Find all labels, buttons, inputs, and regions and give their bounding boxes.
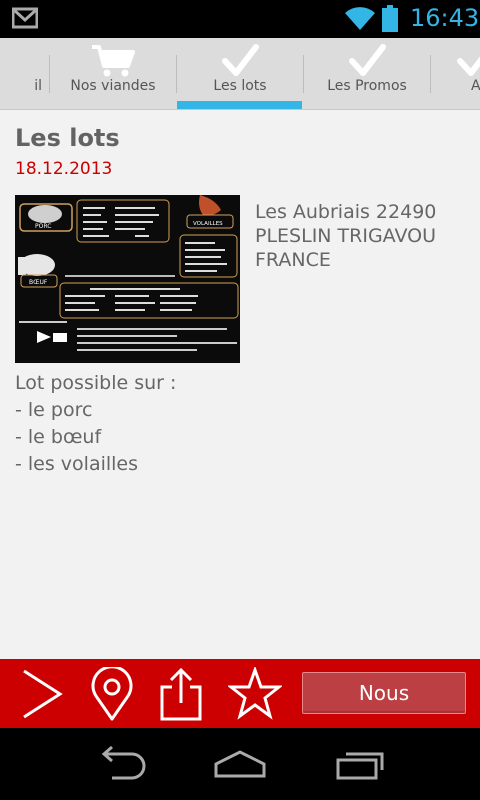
tab-les-lots[interactable]: Les lots xyxy=(177,38,303,109)
tab-les-promos[interactable]: Les Promos xyxy=(304,38,430,109)
svg-text:PORC: PORC xyxy=(35,223,51,230)
address-block: Les Aubriais 22490 PLESLIN TRIGAVOU FRAN… xyxy=(255,200,470,272)
address-line: FRANCE xyxy=(255,249,331,271)
check-icon xyxy=(457,56,480,76)
home-icon[interactable] xyxy=(212,746,268,782)
description-line: Lot possible sur : xyxy=(15,372,177,394)
clock: 16:43 xyxy=(410,4,480,32)
tab-label: Les lots xyxy=(213,78,267,94)
tab-partial-left[interactable]: il xyxy=(0,38,50,109)
tab-nos-viandes[interactable]: Nos viandes xyxy=(50,38,176,109)
tab-partial-right[interactable]: A xyxy=(431,38,480,109)
address-line: PLESLIN TRIGAVOU xyxy=(255,225,436,247)
lot-flyer-image[interactable]: PORC VOLAILLES BŒUF xyxy=(15,195,240,363)
lot-description: Lot possible sur : - le porc - le bœuf -… xyxy=(15,370,176,478)
action-bar: Nous xyxy=(0,659,480,728)
content-area: Les lots 18.12.2013 PORC VOLAILLES BŒUF … xyxy=(0,110,480,659)
svg-text:VOLAILLES: VOLAILLES xyxy=(193,221,223,227)
nous-button[interactable]: Nous xyxy=(302,672,466,714)
next-icon[interactable] xyxy=(18,667,64,721)
check-icon xyxy=(349,44,386,76)
description-line: - le porc xyxy=(15,399,93,421)
status-bar: 16:43 xyxy=(0,0,480,38)
description-line: - les volailles xyxy=(15,453,139,475)
address-line: Les Aubriais 22490 xyxy=(255,201,437,223)
battery-icon xyxy=(382,5,398,32)
gmail-icon xyxy=(12,7,38,29)
tab-label: Les Promos xyxy=(327,78,407,94)
selected-tab-indicator xyxy=(177,101,302,109)
recent-apps-icon[interactable] xyxy=(334,746,390,782)
tab-label: il xyxy=(34,78,42,94)
page-date: 18.12.2013 xyxy=(15,159,113,179)
cart-icon xyxy=(92,45,135,77)
tab-label: Nos viandes xyxy=(70,78,156,94)
system-nav-bar xyxy=(0,728,480,800)
tab-bar: il Nos viandes Les lots Les Promos A xyxy=(0,38,480,110)
tab-label: A xyxy=(471,78,480,94)
location-pin-icon[interactable] xyxy=(90,667,134,721)
check-icon xyxy=(222,44,259,76)
page-title: Les lots xyxy=(15,124,120,152)
back-icon[interactable] xyxy=(92,746,148,782)
share-icon[interactable] xyxy=(158,667,204,721)
description-line: - le bœuf xyxy=(15,426,102,448)
flyer-graphic: PORC VOLAILLES BŒUF xyxy=(15,195,240,363)
wifi-icon xyxy=(345,7,375,31)
svg-text:BŒUF: BŒUF xyxy=(29,279,48,286)
star-icon[interactable] xyxy=(228,667,282,721)
